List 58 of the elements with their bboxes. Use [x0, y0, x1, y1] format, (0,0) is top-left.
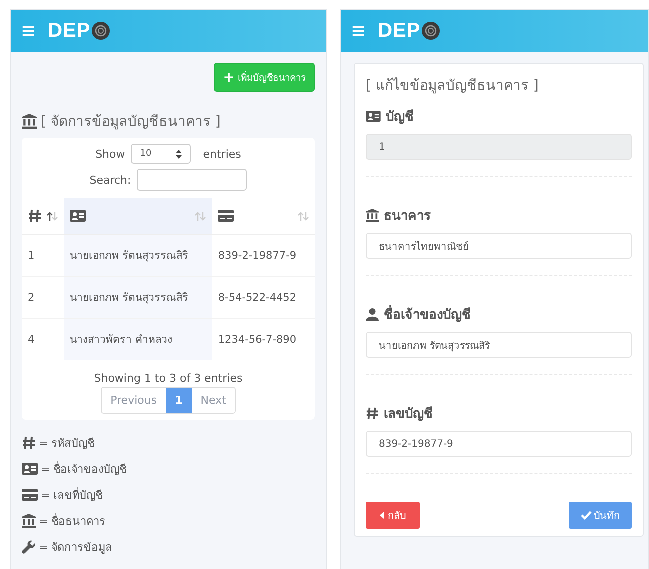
user-icon [366, 308, 379, 321]
hash-icon [28, 209, 42, 223]
id-card-icon [366, 111, 381, 122]
table-cell: นายเอกภพ รัตนสุวรรณสิริ [70, 292, 188, 304]
page-button[interactable]: 1 [166, 388, 192, 413]
legend-text: = จัดการข้อมูล [39, 540, 113, 556]
add-account-button[interactable]: + เพิ่มบัญชีธนาคาร [214, 63, 315, 92]
logo-text: DEP [48, 20, 91, 42]
credit-card-icon [218, 210, 234, 222]
table-cell: 8-54-522-4452 [218, 292, 297, 304]
table-info: Showing 1 to 3 of 3 entries [94, 372, 243, 385]
input-field[interactable]: 839-2-19877-9 [366, 431, 632, 457]
disc-icon [92, 22, 110, 40]
table-cell: นางสาวพัตรา คำหลวง [70, 334, 172, 346]
menu-button[interactable]: ≡ [21, 20, 36, 42]
input-field[interactable]: นายเอกภพ รัตนสุวรรณสิริ [366, 332, 632, 358]
bank-icon [366, 209, 379, 222]
table-cell: 1 [28, 250, 35, 262]
bank-icon [22, 114, 37, 128]
save-button[interactable]: บันทึก [569, 502, 632, 529]
legend-text: = เลขที่บัญชี [41, 486, 103, 504]
menu-button[interactable]: ≡ [350, 20, 366, 42]
table-cell: 1234-56-7-890 [218, 334, 297, 346]
id-card-icon [22, 463, 38, 475]
legend-text: = รหัสบัญชี [39, 436, 95, 452]
hash-icon [366, 407, 379, 420]
field-label: ชื่อเจ้าของบัญชี [384, 304, 471, 325]
show-label: Show [96, 148, 126, 160]
sort-caret-icon [176, 150, 182, 158]
field-label: เลขบัญชี [384, 406, 433, 424]
hash-icon [22, 436, 36, 450]
table-cell: นายเอกภพ รัตนสุวรรณสิริ [70, 250, 188, 262]
page-title: [ จัดการข้อมูลบัญชีธนาคาร ] [41, 113, 221, 132]
legend-text: = ชื่อเจ้าของบัญชี [41, 460, 127, 478]
search-field[interactable] [137, 169, 248, 191]
entries-label: entries [203, 148, 242, 160]
logo-text: DEP [378, 20, 421, 42]
page-size-select[interactable]: 10 [131, 144, 192, 164]
id-card-icon [70, 210, 86, 222]
caret-left-icon [380, 512, 384, 519]
column-header[interactable] [64, 198, 212, 234]
wrench-icon [22, 540, 36, 554]
sort-icon[interactable] [47, 212, 58, 220]
form-title: [ แก้ไขข้อมูลบัญชีธนาคาร ] [366, 76, 540, 96]
credit-card-icon [22, 489, 38, 501]
table-cell: 2 [28, 292, 35, 304]
disc-icon [422, 22, 440, 40]
field-label: บัญชี [386, 108, 414, 127]
legend-text: = ชื่อธนาคาร [39, 512, 106, 530]
search-label: Search: [90, 174, 132, 186]
field-label: ธนาคาร [384, 208, 431, 226]
check-icon [581, 511, 592, 520]
back-button[interactable]: กลับ [366, 502, 420, 529]
table-cell: 839-2-19877-9 [218, 250, 297, 262]
bank-icon [22, 514, 36, 528]
input-field[interactable]: ธนาคารไทยพาณิชย์ [366, 233, 632, 259]
column-header[interactable] [22, 198, 64, 234]
table-cell: 4 [28, 334, 35, 346]
